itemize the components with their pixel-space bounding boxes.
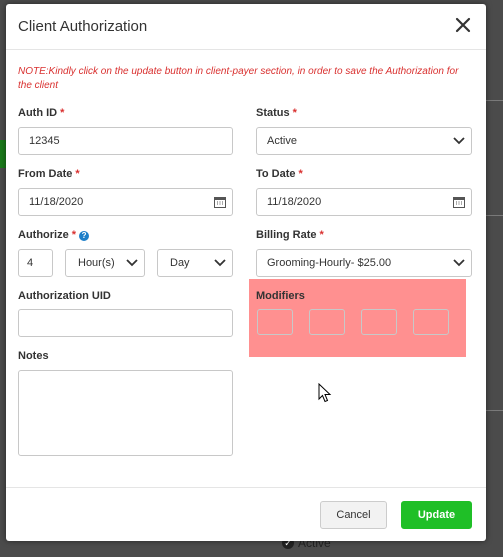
auth-id-label: Auth ID *: [18, 107, 65, 119]
chevron-down-icon: [214, 259, 226, 267]
modifiers-label: Modifiers: [256, 290, 305, 302]
client-authorization-modal: Client Authorization NOTE:Kindly click o…: [6, 4, 486, 541]
modifier-input-2[interactable]: [309, 309, 345, 335]
calendar-icon[interactable]: [214, 196, 226, 208]
billing-rate-label: Billing Rate *: [256, 229, 324, 241]
background-divider: [485, 100, 503, 101]
cancel-button[interactable]: Cancel: [320, 501, 387, 529]
status-label: Status *: [256, 107, 297, 119]
background-divider: [485, 215, 503, 216]
from-date-label: From Date *: [18, 168, 80, 180]
authorize-unit-select[interactable]: Hour(s): [65, 249, 145, 277]
close-icon: [455, 17, 471, 33]
update-button[interactable]: Update: [401, 501, 472, 529]
authorize-label: Authorize *?: [18, 229, 90, 241]
modifier-input-3[interactable]: [361, 309, 397, 335]
from-date-input[interactable]: 11/18/2020: [18, 188, 233, 216]
modal-title: Client Authorization: [18, 18, 148, 35]
chevron-down-icon: [126, 259, 138, 267]
chevron-down-icon: [453, 259, 465, 267]
background-divider: [485, 410, 503, 411]
authorize-period-select[interactable]: Day: [157, 249, 233, 277]
status-select[interactable]: Active: [256, 127, 472, 155]
modal-header: Client Authorization: [6, 4, 486, 50]
help-icon[interactable]: ?: [79, 231, 90, 241]
authorization-uid-input[interactable]: [18, 309, 233, 337]
auth-id-input[interactable]: 12345: [18, 127, 233, 155]
save-note: NOTE:Kindly click on the update button i…: [18, 66, 459, 91]
notes-textarea[interactable]: [18, 370, 233, 456]
chevron-down-icon: [453, 137, 465, 145]
to-date-label: To Date *: [256, 168, 303, 180]
modal-footer-divider: [6, 487, 486, 488]
authorize-amount-input[interactable]: 4: [18, 249, 53, 277]
to-date-input[interactable]: 11/18/2020: [256, 188, 472, 216]
notes-label: Notes: [18, 350, 49, 362]
calendar-icon[interactable]: [453, 196, 465, 208]
modifier-input-1[interactable]: [257, 309, 293, 335]
close-button[interactable]: [452, 14, 474, 36]
modifier-input-4[interactable]: [413, 309, 449, 335]
billing-rate-select[interactable]: Grooming-Hourly- $25.00: [256, 249, 472, 277]
mouse-pointer-icon: [318, 383, 332, 403]
authorization-uid-label: Authorization UID: [18, 290, 111, 302]
